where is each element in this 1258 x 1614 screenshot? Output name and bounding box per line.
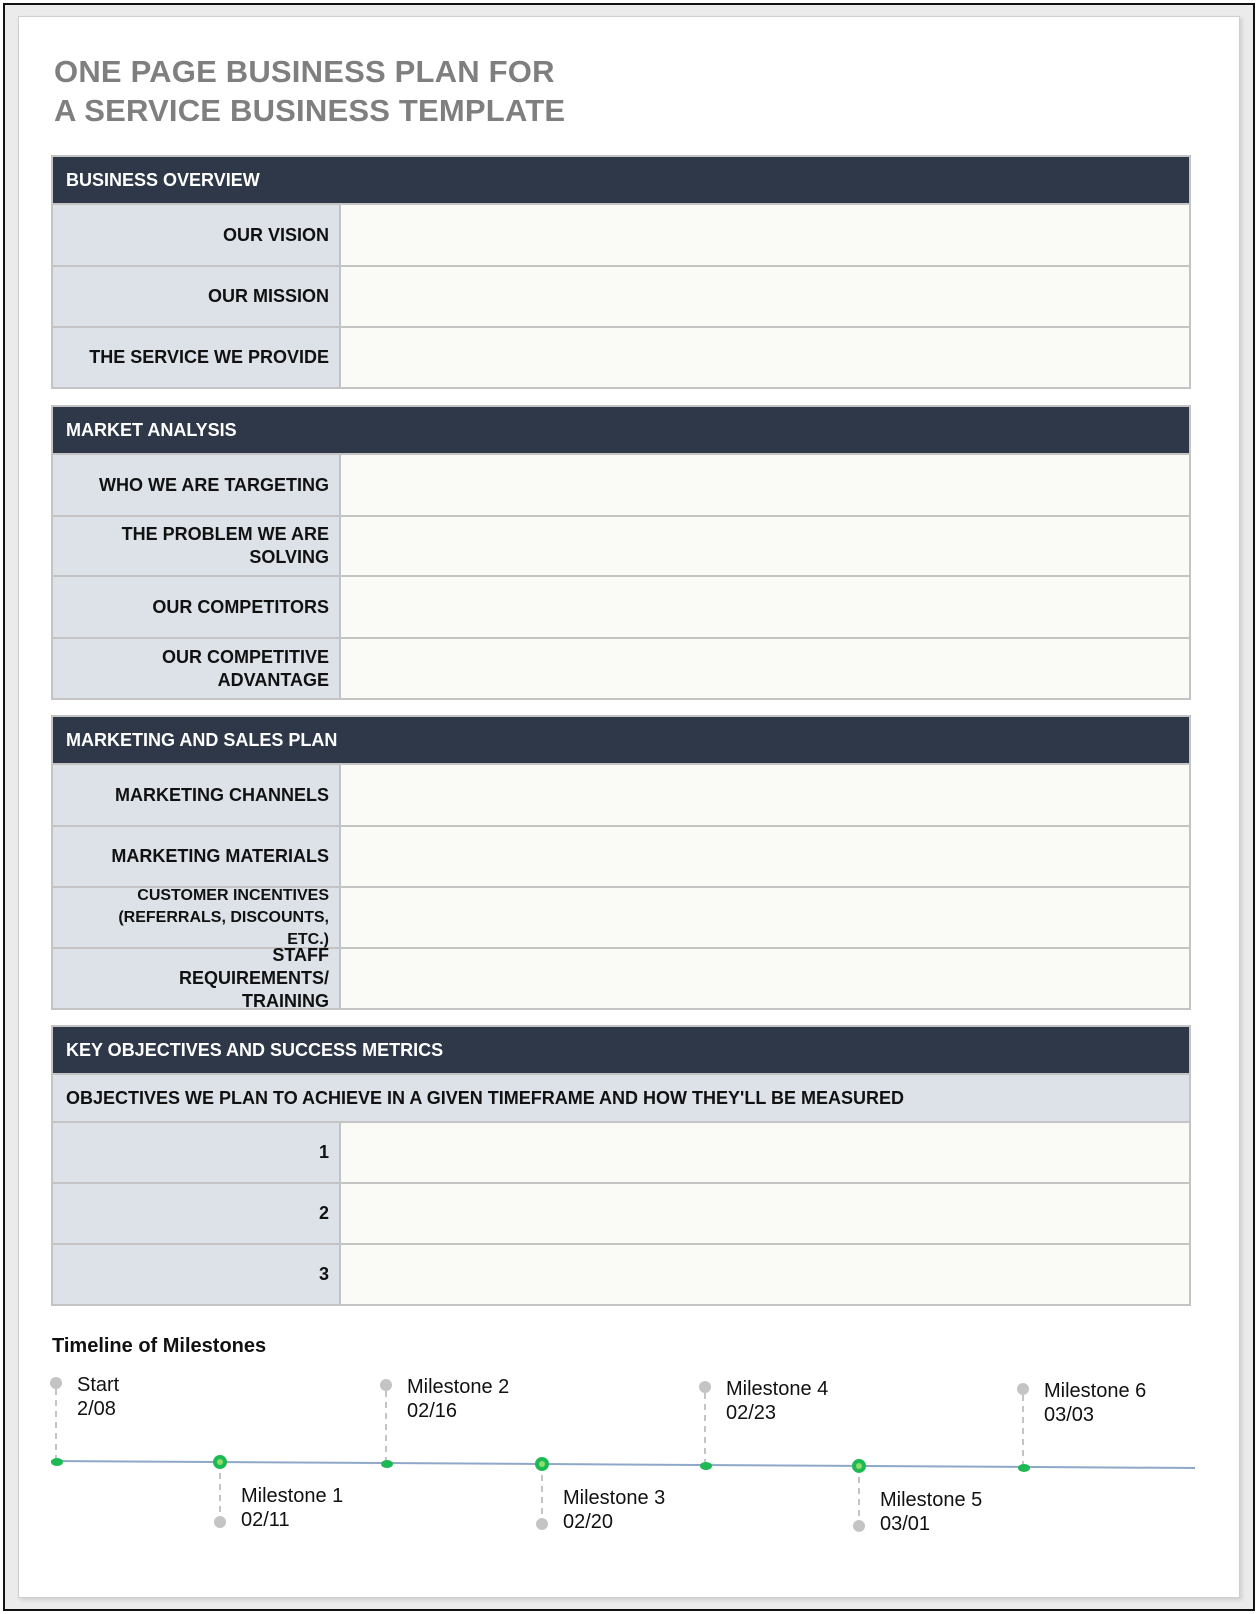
table-row: OUR COMPETITORS bbox=[53, 575, 1189, 637]
section-marketing-sales-plan: MARKETING AND SALES PLAN MARKETING CHANN… bbox=[51, 715, 1191, 1011]
table-row: STAFF REQUIREMENTS/ TRAINING bbox=[53, 945, 1189, 1011]
customer-incentives-field[interactable] bbox=[341, 888, 1189, 947]
table-row: THE SERVICE WE PROVIDE bbox=[53, 326, 1189, 387]
milestone-date: 02/20 bbox=[563, 1511, 614, 1533]
section-heading: KEY OBJECTIVES AND SUCCESS METRICS bbox=[53, 1027, 1189, 1073]
targeting-field[interactable] bbox=[341, 455, 1189, 515]
milestone-label: Milestone 5 03/01 bbox=[880, 1488, 982, 1536]
row-label-who-we-are-targeting: WHO WE ARE TARGETING bbox=[53, 455, 341, 515]
table-row: OUR MISSION bbox=[53, 265, 1189, 326]
marketing-channels-field[interactable] bbox=[341, 765, 1189, 825]
objective-3-input[interactable] bbox=[341, 1245, 1189, 1304]
milestone-label: Start 2/08 bbox=[77, 1373, 119, 1421]
milestone-label: Milestone 4 02/23 bbox=[726, 1377, 828, 1425]
table-row: 1 bbox=[53, 1121, 1189, 1182]
our-mission-input[interactable] bbox=[341, 267, 1189, 326]
problem-field[interactable] bbox=[341, 517, 1189, 575]
customer-incentives-input[interactable] bbox=[341, 888, 1189, 947]
objective-1-field[interactable] bbox=[341, 1123, 1189, 1182]
competitive-advantage-input[interactable] bbox=[341, 639, 1189, 698]
table-row: THE PROBLEM WE ARE SOLVING bbox=[53, 515, 1189, 575]
table-row: OUR COMPETITIVE ADVANTAGE bbox=[53, 637, 1189, 698]
milestone-name: Milestone 5 bbox=[880, 1488, 983, 1511]
objective-number: 1 bbox=[53, 1123, 341, 1182]
service-we-provide-input[interactable] bbox=[341, 328, 1189, 387]
milestone-name: Milestone 3 bbox=[563, 1487, 666, 1509]
row-label-customer-incentives: CUSTOMER INCENTIVES (REFERRALS, DISCOUNT… bbox=[53, 887, 341, 948]
milestone-date: 03/03 bbox=[1044, 1403, 1095, 1426]
marketing-channels-input[interactable] bbox=[341, 765, 1189, 825]
section-market-analysis: MARKET ANALYSIS WHO WE ARE TARGETING THE… bbox=[51, 405, 1191, 700]
row-label-competitive-advantage: OUR COMPETITIVE ADVANTAGE bbox=[53, 639, 341, 698]
table-row: WHO WE ARE TARGETING bbox=[53, 453, 1189, 515]
section-key-objectives: KEY OBJECTIVES AND SUCCESS METRICS OBJEC… bbox=[51, 1025, 1191, 1306]
competitors-field[interactable] bbox=[341, 577, 1189, 637]
problem-input[interactable] bbox=[341, 517, 1189, 575]
our-mission-field[interactable] bbox=[341, 267, 1189, 326]
timeline-title: Timeline of Milestones bbox=[52, 1335, 267, 1357]
service-we-provide-field[interactable] bbox=[341, 328, 1189, 387]
marketing-materials-field[interactable] bbox=[341, 827, 1189, 886]
milestone-name: Milestone 2 bbox=[407, 1376, 510, 1399]
milestone-date: 03/01 bbox=[880, 1512, 931, 1535]
milestone-date: 02/16 bbox=[407, 1400, 458, 1423]
staff-requirements-field[interactable] bbox=[341, 949, 1189, 1008]
objective-3-field[interactable] bbox=[341, 1245, 1189, 1304]
objective-2-input[interactable] bbox=[341, 1184, 1189, 1243]
milestone-date: 02/23 bbox=[726, 1402, 777, 1424]
title-line-1: ONE PAGE BUSINESS PLAN FOR bbox=[54, 54, 555, 89]
milestone-name: Start bbox=[77, 1374, 120, 1397]
milestone-name: Milestone 4 bbox=[726, 1378, 829, 1400]
row-label-problem-we-are-solving: THE PROBLEM WE ARE SOLVING bbox=[53, 517, 341, 575]
row-label-marketing-channels: MARKETING CHANNELS bbox=[53, 765, 341, 825]
row-label-marketing-materials: MARKETING MATERIALS bbox=[53, 827, 341, 886]
milestone-name: Milestone 1 bbox=[241, 1485, 344, 1508]
our-vision-field[interactable] bbox=[341, 205, 1189, 265]
objective-1-input[interactable] bbox=[341, 1123, 1189, 1182]
table-row: MARKETING MATERIALS bbox=[53, 825, 1189, 886]
section-heading: MARKETING AND SALES PLAN bbox=[53, 717, 1189, 763]
table-row: 2 bbox=[53, 1182, 1189, 1243]
section-heading: MARKET ANALYSIS bbox=[53, 407, 1189, 453]
row-label-staff-requirements: STAFF REQUIREMENTS/ TRAINING bbox=[53, 945, 341, 1011]
row-label-our-competitors: OUR COMPETITORS bbox=[53, 577, 341, 637]
milestone-date: 02/11 bbox=[241, 1509, 290, 1532]
targeting-input[interactable] bbox=[341, 455, 1189, 515]
section-business-overview: BUSINESS OVERVIEW OUR VISION OUR MISSION… bbox=[51, 155, 1191, 389]
table-row: MARKETING CHANNELS bbox=[53, 763, 1189, 825]
row-label-our-vision: OUR VISION bbox=[53, 205, 341, 265]
section-heading: BUSINESS OVERVIEW bbox=[53, 157, 1189, 203]
milestone-label: Milestone 3 02/20 bbox=[563, 1486, 665, 1534]
milestone-name: Milestone 6 bbox=[1044, 1379, 1147, 1402]
milestone-label: Milestone 6 03/03 bbox=[1044, 1379, 1146, 1427]
table-row: OUR VISION bbox=[53, 203, 1189, 265]
table-row: 3 bbox=[53, 1243, 1189, 1304]
marketing-materials-input[interactable] bbox=[341, 827, 1189, 886]
competitors-input[interactable] bbox=[341, 577, 1189, 637]
milestone-label: Milestone 2 02/16 bbox=[407, 1375, 509, 1423]
section-subheading: OBJECTIVES WE PLAN TO ACHIEVE IN A GIVEN… bbox=[53, 1073, 1189, 1121]
competitive-advantage-field[interactable] bbox=[341, 639, 1189, 698]
objective-2-field[interactable] bbox=[341, 1184, 1189, 1243]
row-label-our-mission: OUR MISSION bbox=[53, 267, 341, 326]
milestone-date: 2/08 bbox=[77, 1398, 116, 1421]
row-label-service-we-provide: THE SERVICE WE PROVIDE bbox=[53, 328, 341, 387]
document-title: ONE PAGE BUSINESS PLAN FOR A SERVICE BUS… bbox=[54, 52, 565, 130]
objective-number: 3 bbox=[53, 1245, 341, 1304]
objective-number: 2 bbox=[53, 1184, 341, 1243]
table-row: CUSTOMER INCENTIVES (REFERRALS, DISCOUNT… bbox=[53, 886, 1189, 948]
our-vision-input[interactable] bbox=[341, 205, 1189, 265]
title-line-2: A SERVICE BUSINESS TEMPLATE bbox=[54, 93, 566, 128]
staff-requirements-input[interactable] bbox=[341, 949, 1189, 1008]
milestone-label: Milestone 1 02/11 bbox=[241, 1484, 343, 1532]
